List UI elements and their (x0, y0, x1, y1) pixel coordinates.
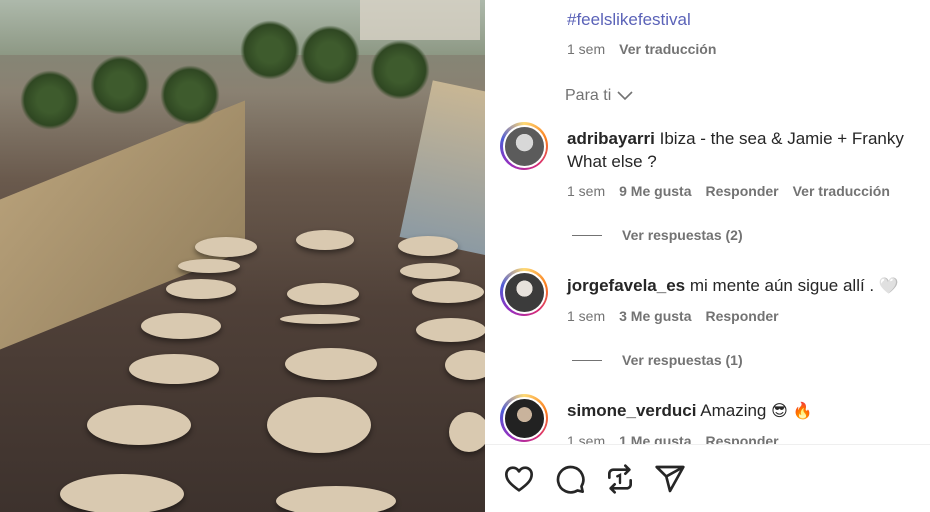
hashtag-link[interactable]: #feelslikefestival (567, 10, 691, 30)
avatar[interactable] (500, 268, 548, 316)
comment-username[interactable]: simone_verduci (567, 401, 696, 420)
heart-icon[interactable] (503, 463, 535, 495)
umbrella (416, 318, 485, 342)
umbrella (398, 236, 458, 256)
view-replies[interactable]: Ver respuestas (2) (572, 227, 743, 243)
post-action-bar (485, 444, 930, 512)
palm-tree (20, 70, 80, 130)
umbrella (267, 397, 371, 453)
awning (0, 100, 245, 350)
white-heart-emoji: 🤍 (878, 276, 899, 295)
shoreline (399, 80, 485, 260)
replies-divider (572, 234, 602, 236)
umbrella (287, 283, 359, 305)
chevron-down-icon (617, 91, 633, 101)
umbrella (400, 263, 460, 279)
avatar-image (502, 124, 546, 168)
palm-tree (300, 25, 360, 85)
palm-tree (240, 20, 300, 80)
comment-meta: 1 sem 3 Me gusta Responder (567, 308, 779, 324)
umbrella (449, 412, 485, 452)
post-image[interactable] (0, 0, 485, 512)
comment-icon[interactable] (554, 463, 586, 495)
umbrella (178, 259, 240, 273)
umbrella (166, 279, 236, 299)
umbrella (445, 350, 485, 380)
view-replies[interactable]: Ver respuestas (1) (572, 352, 743, 368)
comment-body: simone_verduci Amazing 😎 🔥 (567, 399, 917, 422)
comment-text: Amazing (700, 401, 767, 420)
repost-icon[interactable] (604, 463, 636, 495)
share-icon[interactable] (654, 463, 686, 495)
for-you-label: Para ti (565, 87, 612, 104)
comment-time: 1 sem (567, 308, 606, 324)
buildings (360, 0, 480, 40)
palm-tree (370, 40, 430, 100)
replies-divider (572, 359, 602, 361)
likes-count[interactable]: 9 Me gusta (619, 183, 691, 199)
see-translation-link[interactable]: Ver traducción (793, 183, 890, 199)
likes-count[interactable]: 3 Me gusta (619, 308, 691, 324)
umbrella (129, 354, 219, 384)
umbrella (276, 486, 396, 512)
avatar[interactable] (500, 394, 548, 442)
umbrella (87, 405, 191, 445)
comment-time: 1 sem (567, 183, 606, 199)
umbrella (60, 474, 184, 512)
comment-body: jorgefavela_es mi mente aún sigue allí .… (567, 274, 917, 297)
umbrella (412, 281, 484, 303)
reply-button[interactable]: Responder (705, 183, 778, 199)
comments-panel: #feelslikefestival 1 sem Ver traducción … (485, 0, 930, 512)
umbrella (296, 230, 354, 250)
for-you-section[interactable]: Para ti (565, 87, 633, 105)
umbrella (280, 314, 360, 324)
post-time: 1 sem (567, 41, 606, 57)
avatar-image (502, 396, 546, 440)
sunglasses-fire-emoji: 😎 🔥 (771, 401, 813, 420)
see-translation-link[interactable]: Ver traducción (619, 41, 716, 57)
comment-text: mi mente aún sigue allí . (689, 276, 875, 295)
view-replies-label: Ver respuestas (1) (622, 352, 743, 368)
post-meta: 1 sem Ver traducción (567, 41, 716, 57)
avatar-image (502, 270, 546, 314)
palm-tree (90, 55, 150, 115)
view-replies-label: Ver respuestas (2) (622, 227, 743, 243)
comment-body: adribayarri Ibiza - the sea & Jamie + Fr… (567, 127, 917, 173)
avatar[interactable] (500, 122, 548, 170)
comment-username[interactable]: jorgefavela_es (567, 276, 685, 295)
comment-username[interactable]: adribayarri (567, 129, 655, 148)
palm-tree (160, 65, 220, 125)
reply-button[interactable]: Responder (705, 308, 778, 324)
umbrella (195, 237, 257, 257)
umbrella (285, 348, 377, 380)
comment-meta: 1 sem 9 Me gusta Responder Ver traducció… (567, 183, 890, 199)
umbrella (141, 313, 221, 339)
